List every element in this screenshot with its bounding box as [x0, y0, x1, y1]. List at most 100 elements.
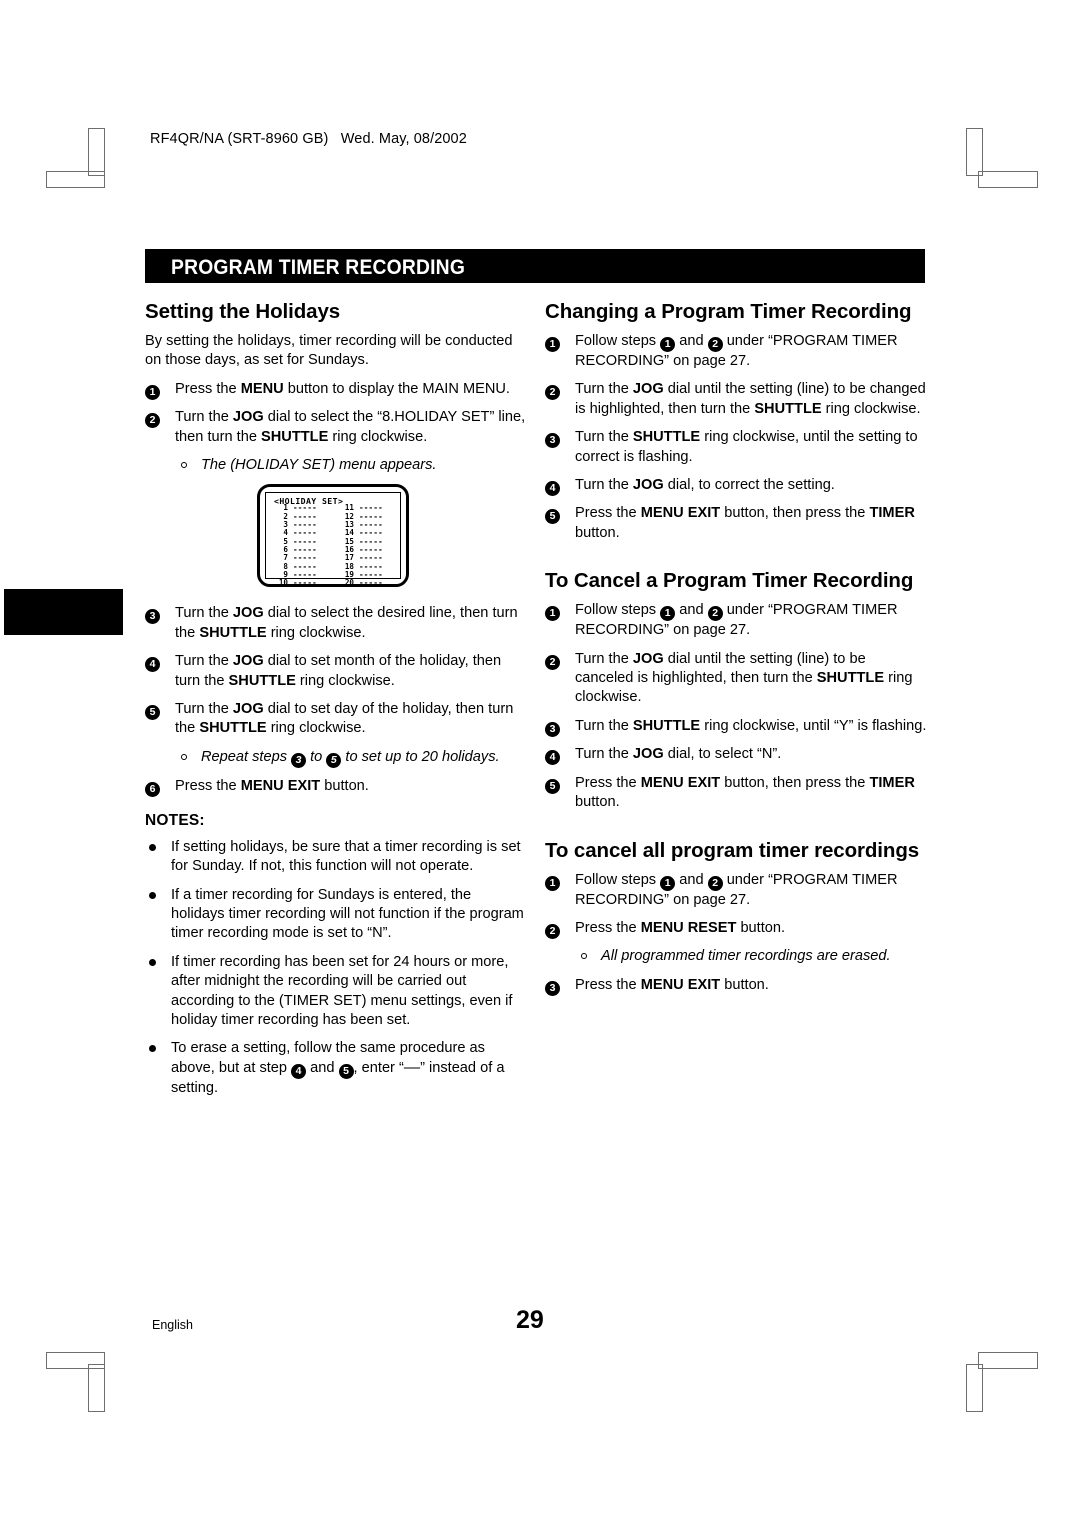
- footer-language-label: English: [152, 1318, 193, 1332]
- sub-note-text: The (HOLIDAY SET) menu appears.: [201, 457, 437, 474]
- bullet-dot-icon: [149, 958, 156, 966]
- step-number: 6: [145, 777, 165, 797]
- step-number: 3: [545, 428, 565, 449]
- step-number: 3: [545, 717, 565, 737]
- sub-note-text: Repeat steps 3 to 5 to set up to 20 holi…: [201, 748, 500, 768]
- step-text: Follow steps 1 and 2 under “PROGRAM TIME…: [575, 602, 898, 639]
- step-text: Turn the JOG dial, to select “N”.: [575, 746, 782, 763]
- osd-row-index: 7: [283, 553, 288, 563]
- crop-mark-horizontal-bar: [978, 171, 1038, 188]
- sub-note-text: All programmed timer recordings are eras…: [601, 948, 891, 965]
- osd-row-index: 20: [344, 578, 354, 588]
- holiday-set-figure: <HOLIDAY SET> 1 ----- 11 ----- 2 ----- 12 -----…: [145, 484, 527, 592]
- bullet-dot-icon: [149, 843, 156, 851]
- heading-to-cancel-a-program-timer-recording: To Cancel a Program Timer Recording: [545, 569, 914, 593]
- bullet-dot-icon: [149, 1045, 156, 1053]
- step-item: 5 Press the MENU EXIT button, then press…: [545, 504, 927, 543]
- osd-cell: 10 -----: [268, 578, 334, 588]
- step-text: Turn the JOG dial to set day of the holi…: [175, 701, 514, 737]
- note-item: If setting holidays, be sure that a time…: [145, 838, 527, 877]
- bullet-dot-icon: [149, 891, 156, 899]
- step-number: 5: [545, 504, 565, 525]
- section-banner: PROGRAM TIMER RECORDING: [145, 249, 925, 283]
- note-text: If a timer recording for Sundays is ente…: [171, 886, 524, 942]
- step-text: Turn the SHUTTLE ring clockwise, until “…: [575, 717, 927, 734]
- step-text: Press the MENU EXIT button.: [175, 777, 369, 794]
- heading-setting-the-holidays: Setting the Holidays: [145, 300, 341, 323]
- osd-row-list: 1 ----- 11 ----- 2 ----- 12 ----- 3 ----- 13 ----- 4…: [268, 504, 400, 587]
- step-number: 1: [545, 601, 565, 622]
- left-column: Setting the Holidays By setting the holi…: [145, 300, 527, 1107]
- step-item: 5 Turn the JOG dial to set day of the ho…: [145, 700, 527, 739]
- step-item: 4 Turn the JOG dial to set month of the …: [145, 652, 527, 691]
- step-number: 2: [145, 408, 165, 429]
- step-item: 4 Turn the JOG dial, to select “N”.: [545, 745, 927, 766]
- step-item: 6 Press the MENU EXIT button.: [145, 777, 527, 797]
- step-text: Follow steps 1 and 2 under “PROGRAM TIME…: [575, 333, 898, 369]
- step-item: 2 Turn the JOG dial until the setting (l…: [545, 650, 927, 708]
- step-item: 2 Turn the JOG dial until the setting (l…: [545, 380, 927, 419]
- step-item: 3 Turn the SHUTTLE ring clockwise, until…: [545, 428, 927, 467]
- heading-changing-a-program-timer-recording: Changing a Program Timer Recording: [545, 300, 912, 323]
- osd-row: 10 ----- 20 -----: [268, 578, 400, 588]
- step-text: Press the MENU EXIT button, then press t…: [575, 774, 915, 811]
- step-number: 1: [545, 871, 565, 891]
- step-item: 5 Press the MENU EXIT button, then press…: [545, 774, 927, 813]
- osd-row-index: 5: [283, 536, 288, 546]
- step-item: 2 Press the MENU RESET button.: [545, 919, 927, 939]
- osd-row-index: 3: [283, 520, 288, 530]
- crop-mark-vertical-bar: [88, 1364, 105, 1412]
- crop-mark-vertical-bar: [966, 128, 983, 176]
- step-number: 3: [145, 604, 165, 625]
- step-text: Turn the JOG dial to select the “8.HOLID…: [175, 409, 526, 445]
- step-text: Press the MENU EXIT button, then press t…: [575, 505, 915, 541]
- note-text: If timer recording has been set for 24 h…: [171, 953, 513, 1028]
- note-item: If timer recording has been set for 24 h…: [145, 953, 527, 1031]
- step-number: 3: [545, 976, 565, 996]
- note-text: To erase a setting, follow the same proc…: [171, 1040, 505, 1096]
- crop-mark-vertical-bar: [88, 128, 105, 176]
- note-text: If setting holidays, be sure that a time…: [171, 838, 521, 875]
- step-text: Turn the SHUTTLE ring clockwise, until t…: [575, 429, 918, 465]
- running-head: RF4QR/NA (SRT-8960 GB) Wed. May, 08/2002: [150, 131, 467, 147]
- crop-mark-horizontal-bar: [978, 1352, 1038, 1369]
- crop-mark-horizontal-bar: [46, 171, 105, 188]
- step-number: 2: [545, 650, 565, 670]
- step-number: 1: [145, 380, 165, 400]
- osd-row-index: 8: [283, 561, 288, 571]
- notes-heading: NOTES:: [145, 812, 205, 830]
- step-item: 1 Press the MENU button to display the M…: [145, 380, 527, 400]
- step-text: Turn the JOG dial until the setting (lin…: [575, 650, 913, 706]
- section-edge-tab: [4, 589, 123, 635]
- osd-row-value: -----: [293, 578, 317, 588]
- note-item: To erase a setting, follow the same proc…: [145, 1039, 527, 1098]
- section-banner-title: PROGRAM TIMER RECORDING: [171, 256, 466, 279]
- intro-paragraph: By setting the holidays, timer recording…: [145, 333, 513, 369]
- sub-note: The (HOLIDAY SET) menu appears.: [145, 456, 527, 475]
- step-item: 1 Follow steps 1 and 2 under “PROGRAM TI…: [545, 871, 927, 910]
- heading-to-cancel-all-program-timer-recordings: To cancel all program timer recordings: [545, 838, 920, 862]
- hollow-bullet-icon: [581, 953, 587, 960]
- step-number: 2: [545, 919, 565, 939]
- step-number: 4: [145, 652, 165, 673]
- step-text: Press the MENU RESET button.: [575, 919, 786, 936]
- step-number: 5: [545, 774, 565, 794]
- step-number: 2: [545, 380, 565, 401]
- note-item: If a timer recording for Sundays is ente…: [145, 886, 527, 944]
- step-text: Turn the JOG dial, to correct the settin…: [575, 477, 835, 494]
- osd-monitor-frame: <HOLIDAY SET> 1 ----- 11 ----- 2 ----- 12 -----…: [257, 484, 409, 588]
- osd-cell: 20 -----: [334, 578, 400, 588]
- step-number: 1: [545, 332, 565, 352]
- osd-row-index: 10: [278, 578, 288, 588]
- osd-row-index: 1: [283, 503, 288, 513]
- osd-row-index: 2: [283, 511, 288, 521]
- step-text: Turn the JOG dial until the setting (lin…: [575, 381, 926, 417]
- osd-row-index: 6: [283, 544, 288, 554]
- step-item: 3 Press the MENU EXIT button.: [545, 976, 927, 996]
- osd-row-value: -----: [359, 578, 383, 588]
- hollow-bullet-icon: [181, 462, 187, 469]
- step-text: Follow steps 1 and 2 under “PROGRAM TIME…: [575, 871, 898, 908]
- right-column: Changing a Program Timer Recording 1 Fol…: [545, 300, 927, 1004]
- step-item: 3 Turn the SHUTTLE ring clockwise, until…: [545, 717, 927, 737]
- hollow-bullet-icon: [181, 753, 187, 760]
